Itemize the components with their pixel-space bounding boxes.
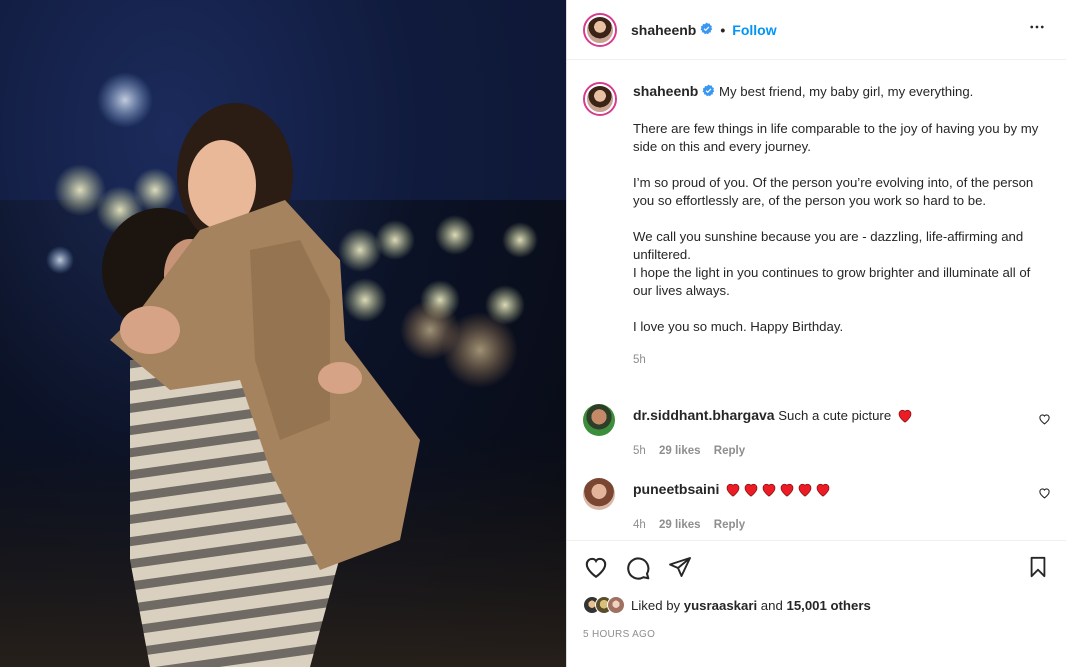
post-details-panel: shaheenb • Follow shaheenb My best frien… xyxy=(566,0,1066,667)
post-photo[interactable] xyxy=(0,0,566,667)
comment-icon[interactable] xyxy=(625,555,651,584)
follow-button[interactable]: Follow xyxy=(732,22,776,38)
red-heart-emoji xyxy=(779,482,795,502)
share-icon[interactable] xyxy=(667,555,693,584)
comment-like-heart-icon[interactable] xyxy=(1038,486,1051,502)
red-heart-emoji xyxy=(725,482,741,502)
caption-text: shaheenb My best friend, my baby girl, m… xyxy=(633,82,1051,369)
separator-dot: • xyxy=(720,21,726,38)
likes-summary: Liked by yusraaskari and 15,001 others xyxy=(583,596,871,614)
comment-time: 4h xyxy=(633,519,646,531)
comment-like-heart-icon[interactable] xyxy=(1038,412,1051,428)
comment-likes[interactable]: 29 likes xyxy=(659,445,701,457)
comment-item: dr.siddhant.bhargava Such a cute picture… xyxy=(583,404,1051,460)
caption-paragraph-2: There are few things in life comparable … xyxy=(633,120,1039,154)
liked-by-prefix: Liked by xyxy=(631,597,681,613)
caption-time: 5h xyxy=(633,353,646,366)
photo-illustration xyxy=(0,0,566,667)
post-actions: Liked by yusraaskari and 15,001 others 5… xyxy=(567,540,1066,667)
caption-paragraph-3: I’m so proud of you. Of the person you’r… xyxy=(633,174,1034,208)
red-heart-emoji xyxy=(797,482,813,502)
caption: shaheenb My best friend, my baby girl, m… xyxy=(583,82,1051,369)
like-heart-icon[interactable] xyxy=(583,555,609,584)
caption-paragraph-5: I love you so much. Happy Birthday. xyxy=(633,318,844,334)
post-view: shaheenb • Follow shaheenb My best frien… xyxy=(0,0,1066,667)
red-heart-emoji xyxy=(761,482,777,502)
caption-line-1: My best friend, my baby girl, my everyth… xyxy=(719,84,974,99)
commenter-username[interactable]: puneetbsaini xyxy=(633,481,719,497)
caption-username[interactable]: shaheenb xyxy=(633,83,698,99)
liker-avatar xyxy=(607,596,625,614)
verified-icon xyxy=(702,84,715,102)
comment-meta: 4h 29 likes Reply xyxy=(633,516,1023,534)
comment-meta: 5h 29 likes Reply xyxy=(633,442,1023,460)
red-heart-emoji xyxy=(743,482,759,502)
caption-avatar[interactable] xyxy=(583,82,617,116)
liked-by-others[interactable]: 15,001 others xyxy=(786,598,870,613)
liker-avatars[interactable] xyxy=(583,596,625,614)
reply-button[interactable]: Reply xyxy=(714,445,745,457)
red-heart-emoji xyxy=(815,482,831,502)
owner-avatar[interactable] xyxy=(583,12,617,47)
comment-time: 5h xyxy=(633,445,646,457)
commenter-avatar[interactable] xyxy=(583,478,615,510)
comment-text: Such a cute picture xyxy=(778,408,892,423)
comment-item: puneetbsaini 4h 29 likes Reply xyxy=(583,478,1051,534)
comment-likes[interactable]: 29 likes xyxy=(659,519,701,531)
post-timestamp[interactable]: 5 HOURS AGO xyxy=(583,629,655,640)
commenter-username[interactable]: dr.siddhant.bhargava xyxy=(633,407,775,423)
liked-by-conj: and xyxy=(760,597,783,613)
owner-username[interactable]: shaheenb xyxy=(631,22,696,38)
verified-icon xyxy=(700,22,713,38)
liked-by-user[interactable]: yusraaskari xyxy=(684,598,757,613)
reply-button[interactable]: Reply xyxy=(714,519,745,531)
commenter-avatar[interactable] xyxy=(583,404,615,436)
caption-paragraph-4a: We call you sunshine because you are - d… xyxy=(633,228,1024,262)
caption-area: shaheenb My best friend, my baby girl, m… xyxy=(567,60,1066,540)
more-options-icon[interactable] xyxy=(1028,18,1046,39)
caption-paragraph-4b: I hope the light in you continues to gro… xyxy=(633,264,1031,298)
red-heart-emoji xyxy=(897,408,913,428)
save-bookmark-icon[interactable] xyxy=(1027,555,1049,582)
post-header: shaheenb • Follow xyxy=(567,0,1066,60)
